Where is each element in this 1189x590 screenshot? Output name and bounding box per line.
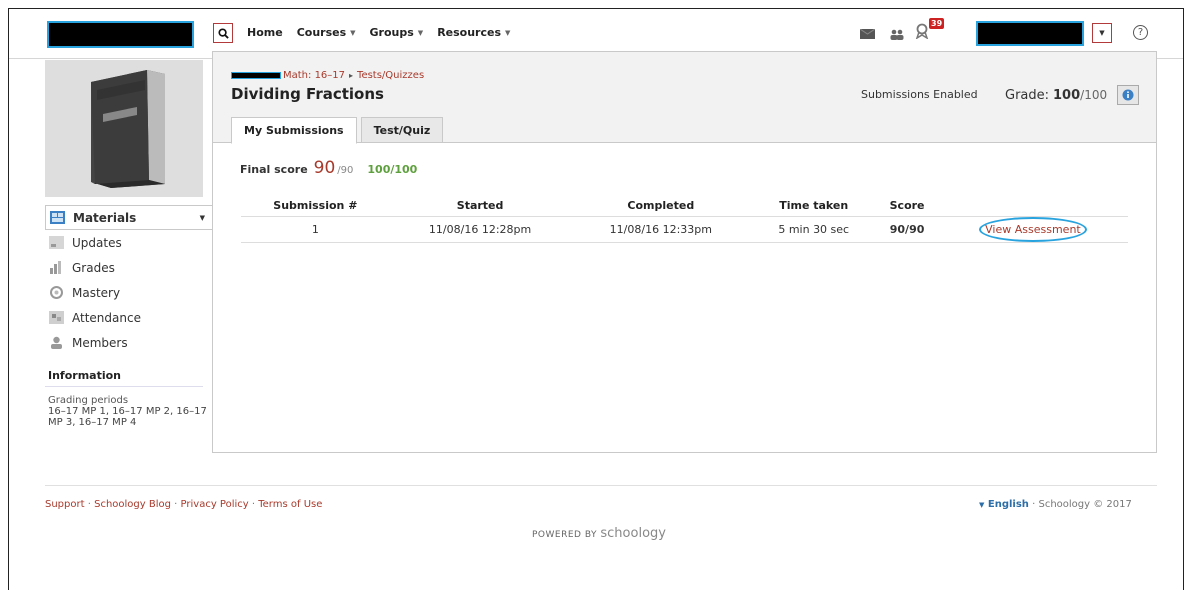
copyright: Schoology © 2017 <box>1038 499 1132 510</box>
final-score-adjusted: 100/100 <box>367 163 418 176</box>
footer-separator: · <box>1032 499 1036 510</box>
search-icon <box>217 27 229 39</box>
materials-icon <box>49 211 65 225</box>
nav-courses[interactable]: Courses ▼ <box>297 26 356 39</box>
mail-icon[interactable] <box>859 27 875 41</box>
cell-time-taken: 5 min 30 sec <box>751 216 877 243</box>
panel-header: Math: 16–17 ▸ Tests/Quizzes Dividing Fra… <box>213 52 1156 144</box>
view-assessment-link[interactable]: View Assessment <box>979 216 1087 242</box>
breadcrumb-section-link[interactable]: Tests/Quizzes <box>357 70 424 81</box>
footer-separator: · <box>251 499 256 510</box>
main-nav: Home Courses ▼ Groups ▼ Resources ▼ <box>247 26 510 39</box>
breadcrumb-arrow-icon: ▸ <box>349 71 354 80</box>
sidebar-item-mastery[interactable]: Mastery <box>45 280 211 305</box>
help-icon[interactable]: ? <box>1133 25 1148 40</box>
nav-groups[interactable]: Groups ▼ <box>370 26 424 39</box>
chevron-down-icon: ▼ <box>505 28 511 37</box>
main-panel: Math: 16–17 ▸ Tests/Quizzes Dividing Fra… <box>212 51 1157 453</box>
final-score-label: Final score <box>240 163 308 176</box>
footer-link-privacy[interactable]: Privacy Policy <box>181 499 249 510</box>
tab-test-quiz[interactable]: Test/Quiz <box>360 117 444 143</box>
submissions-table: Submission # Started Completed Time take… <box>241 196 1128 243</box>
footer-link-blog[interactable]: Schoology Blog <box>94 499 171 510</box>
table-header-row: Submission # Started Completed Time take… <box>241 196 1128 217</box>
attendance-icon <box>48 311 64 325</box>
sidebar-item-attendance[interactable]: Attendance <box>45 305 211 330</box>
grade-max: /100 <box>1080 88 1108 102</box>
footer-link-support[interactable]: Support <box>45 499 85 510</box>
grade-value: 100 <box>1053 87 1081 103</box>
redacted-logo[interactable] <box>47 21 194 48</box>
chevron-down-icon[interactable]: ▼ <box>200 214 205 222</box>
column-header: Started <box>389 196 571 217</box>
app-frame: Home Courses ▼ Groups ▼ Resources ▼ 39 ▼ ? <box>8 8 1184 590</box>
column-header: Score <box>876 196 938 217</box>
chevron-down-icon: ▼ <box>417 28 424 37</box>
page-title: Dividing Fractions <box>231 85 384 103</box>
book-icon <box>91 70 165 188</box>
powered-by-label: POWERED BY <box>532 530 598 540</box>
course-sidebar: Materials ▼ Updates Grades Mastery Atten… <box>45 205 215 428</box>
grading-periods-info: Grading periods 16–17 MP 1, 16–17 MP 2, … <box>45 395 210 428</box>
footer-links: Support · Schoology Blog · Privacy Polic… <box>45 499 322 510</box>
course-picture <box>45 60 203 197</box>
members-icon <box>48 336 64 350</box>
footer-language: ▼ English · Schoology © 2017 <box>979 499 1132 510</box>
chevron-down-icon: ▼ <box>350 28 356 37</box>
column-header <box>937 196 1128 217</box>
updates-icon <box>48 236 64 250</box>
column-header: Time taken <box>751 196 877 217</box>
sidebar-item-grades[interactable]: Grades <box>45 255 211 280</box>
grades-icon <box>48 261 64 275</box>
table-row: 1 11/08/16 12:28pm 11/08/16 12:33pm 5 mi… <box>241 216 1128 243</box>
mastery-icon <box>48 286 64 300</box>
grade-label: Grade: <box>1005 87 1050 103</box>
notification-badge[interactable]: 39 <box>929 18 945 29</box>
people-icon[interactable] <box>889 27 905 41</box>
chevron-down-icon: ▼ <box>1099 29 1105 37</box>
powered-by: POWERED BY schoology <box>532 526 666 541</box>
grading-periods-label: Grading periods <box>48 395 129 406</box>
footer-link-terms[interactable]: Terms of Use <box>258 499 322 510</box>
column-header: Completed <box>570 196 752 217</box>
final-score: Final score 90 /90 100/100 <box>240 158 417 178</box>
grade-display: Grade: 100/100 <box>1005 85 1140 105</box>
grade-info-button[interactable] <box>1117 85 1140 105</box>
final-score-max: /90 <box>337 165 354 176</box>
cell-started: 11/08/16 12:28pm <box>389 216 571 243</box>
footer-separator: · <box>174 499 178 510</box>
chevron-down-icon: ▼ <box>979 501 985 509</box>
redacted-section <box>231 72 281 79</box>
sidebar-item-updates[interactable]: Updates <box>45 230 211 255</box>
information-heading: Information <box>45 369 203 387</box>
sidebar-item-members[interactable]: Members <box>45 330 211 355</box>
submission-tabs: My Submissions Test/Quiz <box>231 117 444 144</box>
breadcrumb: Math: 16–17 ▸ Tests/Quizzes <box>231 70 424 81</box>
info-icon <box>1122 89 1134 101</box>
user-menu-button[interactable]: ▼ <box>1092 23 1112 43</box>
sidebar-item-materials[interactable]: Materials ▼ <box>45 205 215 230</box>
tab-my-submissions[interactable]: My Submissions <box>231 117 357 144</box>
final-score-value: 90 <box>313 158 336 178</box>
column-header: Submission # <box>241 196 390 217</box>
cell-completed: 11/08/16 12:33pm <box>570 216 752 243</box>
search-button[interactable] <box>213 23 233 43</box>
language-selector[interactable]: ▼ English <box>979 499 1029 510</box>
nav-resources[interactable]: Resources ▼ <box>437 26 510 39</box>
schoology-logo[interactable]: schoology <box>600 526 666 541</box>
cell-submission-number: 1 <box>241 216 390 243</box>
redacted-user-name[interactable] <box>976 21 1084 46</box>
cell-action: View Assessment <box>937 216 1128 243</box>
footer-separator: · <box>87 499 91 510</box>
nav-home[interactable]: Home <box>247 26 283 39</box>
grading-periods-list: 16–17 MP 1, 16–17 MP 2, 16–17 MP 3, 16–1… <box>48 406 207 428</box>
breadcrumb-course-link[interactable]: Math: 16–17 <box>283 70 345 81</box>
cell-score: 90/90 <box>876 216 938 243</box>
submissions-status: Submissions Enabled <box>861 88 978 101</box>
footer-divider <box>45 485 1157 486</box>
